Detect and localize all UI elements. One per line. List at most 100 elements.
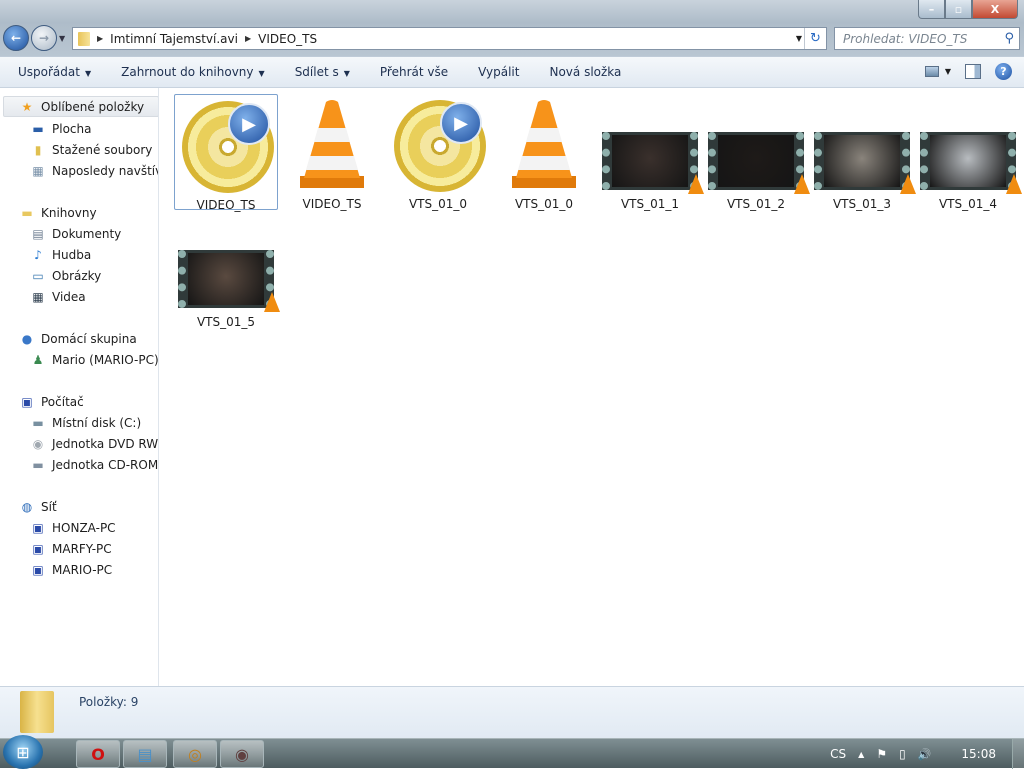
sidebar-item[interactable]: ▬ Plocha: [30, 118, 91, 139]
sidebar-item[interactable]: ▣ Počítač: [19, 391, 83, 412]
sidebar-item[interactable]: ♪ Hudba: [30, 244, 91, 265]
chevron-right-icon[interactable]: ▶: [97, 34, 103, 43]
clock[interactable]: 15:08: [961, 747, 996, 761]
sidebar-item-label: Videa: [52, 289, 86, 304]
file-name: VIDEO_TS: [196, 198, 256, 212]
folder-icon: [20, 691, 54, 733]
sidebar-item[interactable]: ◍ Síť: [19, 496, 57, 517]
taskbar-explorer-button[interactable]: ▤: [123, 740, 167, 768]
system-tray: CS ▲ ⚑ ▯ 🔊 15:08: [830, 739, 1024, 769]
sidebar-item[interactable]: ▬ Místní disk (C:): [30, 412, 141, 433]
chevron-down-icon: ▼: [343, 69, 350, 78]
sidebar-item[interactable]: ▣ HONZA-PC: [30, 517, 115, 538]
maximize-button[interactable]: ▫: [945, 0, 972, 19]
toolbar-nov-slo-ka-button[interactable]: Nová složka: [549, 65, 621, 79]
refresh-button[interactable]: ↻: [804, 28, 826, 49]
language-indicator[interactable]: CS: [830, 747, 846, 761]
downloads-folder-icon: ▮: [34, 142, 42, 157]
explorer-icon: ▤: [137, 744, 153, 764]
search-input[interactable]: Prohledat: VIDEO_TS ⚲: [834, 27, 1020, 50]
sidebar-item-label: MARFY-PC: [52, 541, 112, 556]
sidebar-item[interactable]: ▦ Naposledy navštívené: [30, 160, 158, 181]
file-item[interactable]: VTS_01_3: [810, 94, 916, 211]
back-button[interactable]: ←: [3, 25, 29, 51]
forward-button[interactable]: →: [31, 25, 57, 51]
sidebar-item[interactable]: ▬ Jednotka CD-ROM (E:): [30, 454, 158, 475]
toolbar-label: Nová složka: [549, 65, 622, 79]
file-name: VTS_01_5: [196, 315, 256, 329]
file-item[interactable]: ▶ VTS_01_0: [386, 94, 490, 211]
address-bar[interactable]: ▶ Imtimní Tajemství.avi ▶ VIDEO_TS ▼ ↻: [72, 27, 827, 50]
file-item[interactable]: VTS_01_4: [916, 94, 1022, 211]
file-item[interactable]: VTS_01_2: [704, 94, 810, 211]
file-name: VTS_01_0: [514, 197, 574, 211]
app-4-icon: ◉: [235, 744, 249, 764]
network-icon[interactable]: ▯: [899, 747, 906, 761]
change-view-icon[interactable]: [924, 66, 939, 77]
toolbar-label: Zahrnout do knihovny: [121, 65, 254, 79]
taskbar-app-4-button[interactable]: ◉: [220, 740, 264, 768]
toolbar-sd-let-s-button[interactable]: Sdílet s ▼: [295, 65, 350, 79]
sidebar-item[interactable]: ▤ Dokumenty: [30, 223, 121, 244]
app-3-icon: ◎: [188, 744, 202, 764]
taskbar-app-3-button[interactable]: ◎: [173, 740, 217, 768]
start-button[interactable]: ⊞: [3, 735, 43, 769]
action-center-icon[interactable]: ⚑: [876, 747, 887, 761]
sidebar-item-label: Domácí skupina: [41, 331, 137, 346]
sidebar-item-label: Knihovny: [41, 205, 97, 220]
file-item[interactable]: VTS_01_5: [174, 212, 280, 329]
vlc-cone-icon: [688, 174, 704, 194]
toolbar-p-ehr-t-v-e-button[interactable]: Přehrát vše: [380, 65, 448, 79]
search-icon[interactable]: ⚲: [1004, 31, 1014, 46]
show-desktop-button[interactable]: [1012, 739, 1024, 769]
computer-icon: ▣: [21, 394, 33, 409]
recent-pages-dropdown[interactable]: ▼: [59, 34, 65, 43]
preview-pane-button[interactable]: [965, 64, 981, 79]
sidebar-item[interactable]: ● Domácí skupina: [19, 328, 137, 349]
volume-icon[interactable]: 🔊: [918, 748, 932, 761]
chevron-right-icon[interactable]: ▶: [245, 34, 251, 43]
sidebar-item[interactable]: ▦ Videa: [30, 286, 86, 307]
file-name: VTS_01_3: [832, 197, 892, 211]
address-dropdown-icon[interactable]: ▼: [796, 34, 802, 43]
file-name: VTS_01_2: [726, 197, 786, 211]
file-item[interactable]: ▶ VIDEO_TS: [174, 94, 278, 212]
sidebar-item[interactable]: ▣ MARIO-PC: [30, 559, 112, 580]
network-icon: ◍: [21, 499, 33, 514]
details-pane: Položky: 9: [0, 686, 1024, 738]
toolbar-uspo-dat-button[interactable]: Uspořádat ▼: [18, 65, 91, 79]
vlc-cone-icon: [1006, 174, 1022, 194]
vlc-cone-icon: [264, 292, 280, 312]
sidebar-item-label: MARIO-PC: [52, 562, 113, 577]
sidebar-item[interactable]: ★ Oblíbené položky: [3, 96, 158, 117]
toolbar-label: Sdílet s: [294, 65, 339, 79]
chevron-down-icon[interactable]: ▼: [945, 67, 951, 76]
help-button[interactable]: ?: [995, 63, 1012, 80]
file-item[interactable]: VIDEO_TS: [280, 94, 384, 211]
file-name: VTS_01_4: [938, 197, 998, 211]
close-button[interactable]: X: [972, 0, 1018, 19]
sidebar-item[interactable]: ▬ Knihovny: [19, 202, 97, 223]
dvd-video-icon: ▶: [178, 99, 274, 193]
file-item[interactable]: VTS_01_1: [598, 94, 704, 211]
file-name: VIDEO_TS: [302, 197, 362, 211]
vlc-cone-icon: [900, 174, 916, 194]
sidebar-item[interactable]: ▭ Obrázky: [30, 265, 101, 286]
breadcrumb-item[interactable]: VIDEO_TS: [258, 32, 317, 46]
minimize-button[interactable]: –: [918, 0, 945, 19]
toolbar-zahrnout-do-knihovny-button[interactable]: Zahrnout do knihovny ▼: [121, 65, 265, 79]
search-placeholder: Prohledat: VIDEO_TS: [843, 31, 968, 46]
sidebar-item[interactable]: ♟ Mario (MARIO-PC): [30, 349, 158, 370]
file-name: VTS_01_0: [408, 197, 468, 211]
videos-icon: ▦: [32, 289, 44, 304]
file-name: VTS_01_1: [620, 197, 680, 211]
file-item[interactable]: VTS_01_0: [492, 94, 596, 211]
breadcrumb-item[interactable]: Imtimní Tajemství.avi: [110, 32, 238, 46]
sidebar-item-label: Místní disk (C:): [52, 415, 142, 430]
toolbar-vyp-lit-button[interactable]: Vypálit: [478, 65, 519, 79]
sidebar-item[interactable]: ▮ Stažené soubory: [30, 139, 153, 160]
show-hidden-icons-button[interactable]: ▲: [858, 750, 864, 759]
sidebar-item[interactable]: ▣ MARFY-PC: [30, 538, 112, 559]
taskbar-opera-button[interactable]: O: [76, 740, 120, 768]
sidebar-item[interactable]: ◉ Jednotka DVD RW (D:): [30, 433, 158, 454]
